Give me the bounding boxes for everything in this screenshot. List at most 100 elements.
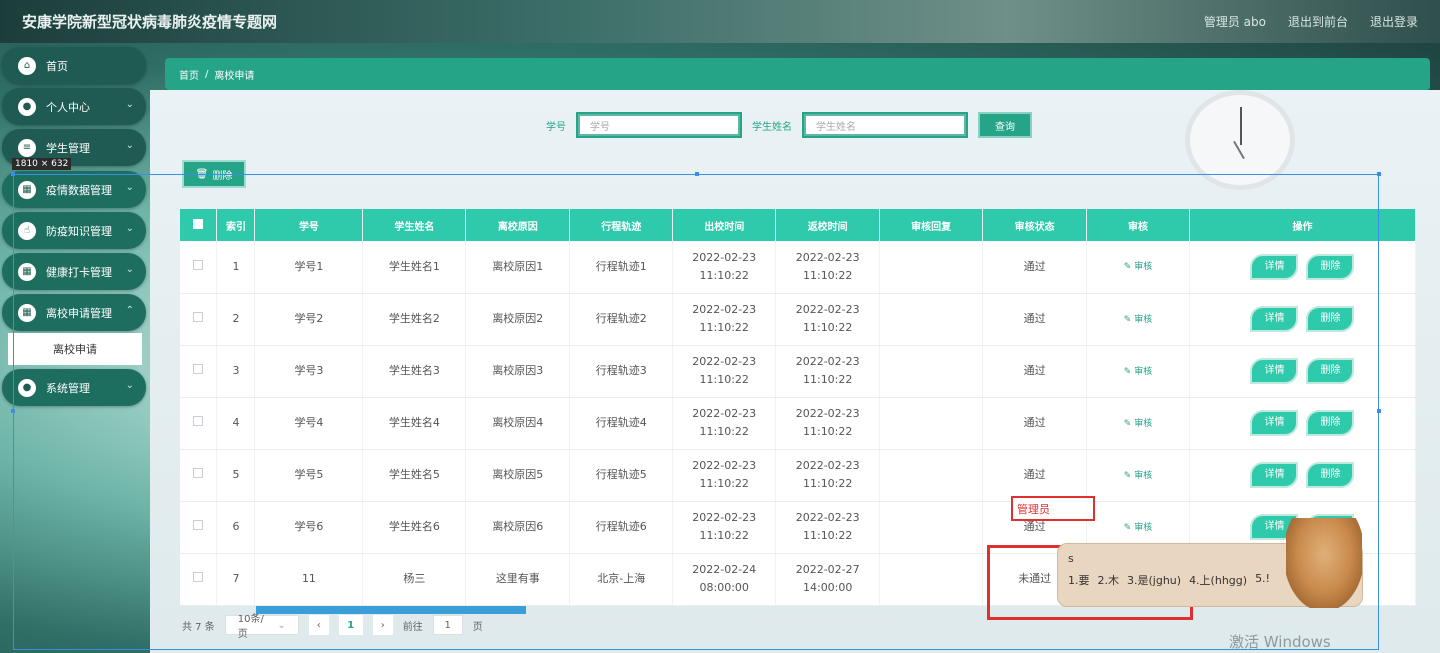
page-size-select[interactable]: 10条/页 ⌄: [224, 614, 299, 640]
cell-back: 2022-02-23 11:10:22: [775, 501, 881, 554]
cell-track: 行程轨迹1: [569, 241, 674, 294]
table-row: 3 学号3 学生姓名3 离校原因3 行程轨迹3 2022-02-23 11:10:22 20…: [180, 345, 1417, 398]
edit-icon: ✎: [1123, 262, 1135, 273]
delete-button[interactable]: 删除: [1306, 253, 1355, 280]
edit-icon: ✎: [1123, 314, 1135, 325]
column-header: 离校原因: [465, 209, 571, 241]
audit-link[interactable]: ✎ 审核: [1124, 419, 1152, 429]
student-name-input[interactable]: 学生姓名: [802, 112, 968, 138]
checkbox[interactable]: [193, 416, 204, 426]
row-checkbox-cell[interactable]: [180, 241, 218, 294]
sidebar-item-prevention-knowledge[interactable]: ☝ 防疫知识管理 ⌄: [2, 212, 146, 249]
ime-candidate[interactable]: 3.是(jghu): [1127, 572, 1181, 588]
detail-button[interactable]: 详情: [1250, 462, 1299, 488]
breadcrumb-home[interactable]: 首页: [179, 67, 199, 82]
row-checkbox-cell[interactable]: [180, 397, 218, 450]
clock-hand: [1240, 107, 1242, 145]
search-bar: 学号 学号 学生姓名 学生姓名 查询: [546, 112, 1032, 138]
row-checkbox-cell[interactable]: [180, 553, 218, 606]
student-no-input[interactable]: 学号: [576, 112, 742, 138]
prev-page-button[interactable]: ‹: [308, 615, 329, 635]
sidebar-subitem-leave-application[interactable]: 离校申请: [8, 333, 142, 365]
sidebar-item-label: 个人中心: [46, 100, 90, 114]
chevron-down-icon: ⌄: [125, 99, 134, 110]
detail-button[interactable]: 详情: [1250, 253, 1299, 280]
cell-name: 学生姓名3: [362, 345, 467, 398]
audit-link[interactable]: ✎ 审核: [1124, 471, 1152, 481]
cell-reason: 离校原因3: [465, 345, 571, 398]
query-button[interactable]: 查询: [978, 112, 1032, 138]
pager-total: 共 7 条: [182, 621, 215, 633]
row-checkbox-cell[interactable]: [180, 449, 218, 502]
row-checkbox-cell[interactable]: [180, 501, 218, 554]
cell-no: 学号5: [254, 449, 364, 502]
next-page-button[interactable]: ›: [372, 615, 393, 635]
column-header: 索引: [216, 209, 256, 241]
sidebar-item-label: 健康打卡管理: [46, 265, 112, 279]
chevron-up-icon: ⌃: [125, 305, 134, 316]
column-header: 审核: [1086, 209, 1190, 241]
sidebar-item-personal-center[interactable]: ● 个人中心 ⌄: [2, 88, 146, 125]
cell-no: 11: [254, 553, 364, 606]
chevron-down-icon: ⌄: [125, 140, 134, 151]
audit-link[interactable]: ✎ 审核: [1124, 262, 1152, 272]
row-checkbox-cell[interactable]: [180, 293, 218, 346]
column-header: 操作: [1189, 209, 1417, 241]
cell-name: 学生姓名2: [362, 293, 467, 346]
sidebar-item-epidemic-data[interactable]: ▦ 疫情数据管理 ⌄: [2, 171, 146, 208]
cell-reason: 离校原因1: [465, 241, 571, 294]
back-to-front-link[interactable]: 退出到前台: [1288, 13, 1348, 30]
select-all-checkbox-cell[interactable]: [180, 209, 218, 241]
audit-link[interactable]: ✎ 审核: [1124, 367, 1152, 377]
cell-out: 2022-02-23 11:10:22: [672, 241, 777, 294]
cell-reason: 离校原因2: [465, 293, 571, 346]
ime-candidate[interactable]: 2.木: [1098, 572, 1120, 588]
checkbox[interactable]: [193, 312, 204, 322]
list-icon: ≡: [18, 138, 36, 157]
checkbox[interactable]: [193, 364, 204, 374]
audit-link[interactable]: ✎ 审核: [1124, 523, 1152, 533]
checkbox[interactable]: [193, 520, 204, 530]
checkbox[interactable]: [193, 218, 204, 229]
row-checkbox-cell[interactable]: [180, 345, 218, 398]
ime-candidate[interactable]: 5.!: [1255, 572, 1270, 588]
sidebar-item-health-checkin[interactable]: ▦ 健康打卡管理 ⌄: [2, 253, 146, 290]
delete-button[interactable]: 删除: [1306, 410, 1355, 436]
delete-button[interactable]: 删除: [1306, 306, 1355, 332]
clock-decoration: [1185, 90, 1295, 190]
thumb-icon: ☝: [18, 221, 36, 240]
checkbox[interactable]: [193, 259, 204, 270]
audit-cell: ✎ 审核: [1086, 293, 1190, 346]
column-header: 学号: [254, 209, 364, 241]
detail-button[interactable]: 详情: [1250, 410, 1299, 436]
annotation-text-box[interactable]: 管理员: [1011, 496, 1095, 521]
cell-idx: 3: [216, 345, 256, 398]
batch-delete-button[interactable]: 🗑 删除: [182, 160, 246, 188]
page-number-current[interactable]: 1: [338, 615, 363, 635]
sidebar-item-leave-application[interactable]: ▦ 离校申请管理 ⌃: [2, 294, 146, 331]
sidebar-item-system-management[interactable]: ● 系统管理 ⌄: [2, 369, 146, 406]
delete-button[interactable]: 删除: [1306, 358, 1355, 384]
cell-name: 学生姓名1: [362, 241, 467, 294]
cell-reason: 离校原因6: [465, 501, 571, 554]
checkbox[interactable]: [193, 468, 204, 478]
detail-button[interactable]: 详情: [1250, 306, 1299, 332]
cell-no: 学号2: [254, 293, 364, 346]
audit-link-label: 审核: [1134, 522, 1153, 533]
home-icon: ⌂: [18, 56, 36, 75]
cell-back: 2022-02-23 11:10:22: [775, 397, 881, 450]
grid-icon: ▦: [18, 180, 36, 199]
detail-button[interactable]: 详情: [1250, 358, 1299, 384]
delete-button[interactable]: 删除: [1306, 462, 1355, 488]
decorative-desk: [256, 606, 526, 614]
goto-page-input[interactable]: 1: [432, 615, 463, 635]
checkbox[interactable]: [193, 572, 204, 582]
ime-candidate[interactable]: 1.要: [1068, 572, 1090, 588]
audit-cell: ✎ 审核: [1086, 345, 1190, 398]
logout-link[interactable]: 退出登录: [1370, 13, 1418, 30]
cell-reply: [879, 241, 984, 294]
audit-link[interactable]: ✎ 审核: [1124, 315, 1152, 325]
batch-delete-label: 删除: [212, 170, 233, 182]
ime-candidate[interactable]: 4.上(hhgg): [1189, 572, 1247, 588]
sidebar-item-home[interactable]: ⌂ 首页: [2, 47, 146, 84]
